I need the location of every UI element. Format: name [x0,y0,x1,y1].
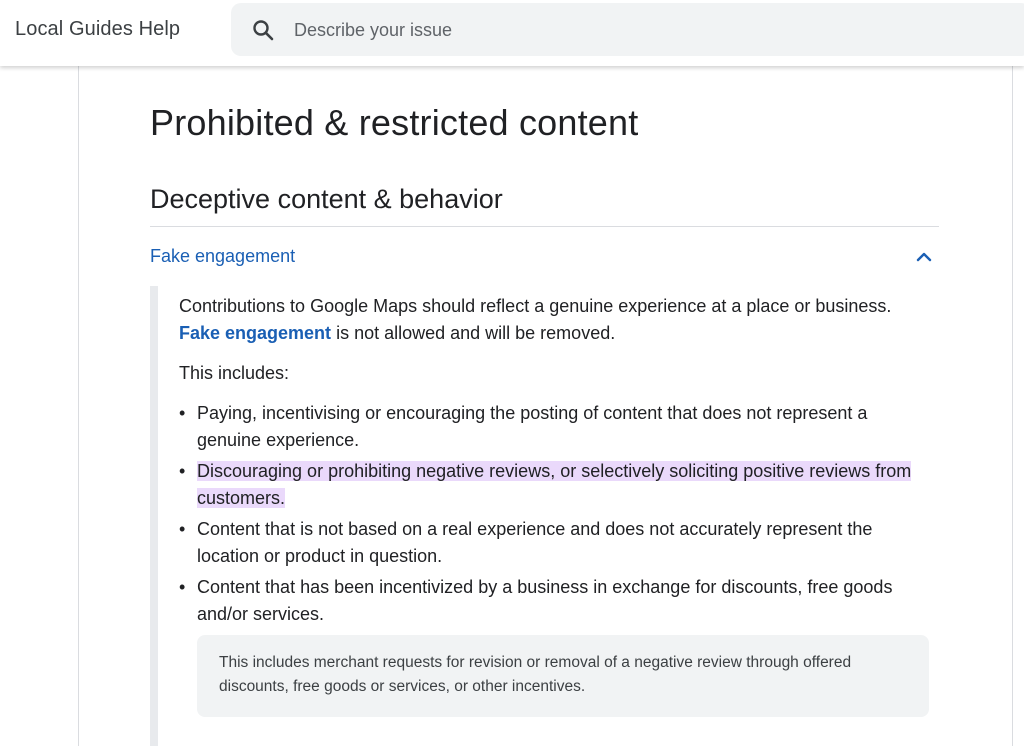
list-item: Discouraging or prohibiting negative rev… [179,458,929,512]
chevron-up-icon[interactable] [915,248,933,266]
list-item: Content that is not based on a real expe… [179,516,929,570]
accordion-fake-engagement-header[interactable]: Fake engagement [150,242,939,272]
app-title[interactable]: Local Guides Help [15,18,180,41]
intro-tail: is not allowed and will be removed. [331,323,616,343]
intro-paragraph: Contributions to Google Maps should refl… [179,293,939,347]
intro-text: Contributions to Google Maps should refl… [179,296,892,316]
accordion-body: Contributions to Google Maps should refl… [150,286,939,746]
search-icon[interactable] [251,18,275,42]
note-box: This includes merchant requests for revi… [197,635,929,717]
fake-engagement-link[interactable]: Fake engagement [179,323,331,343]
section-divider [150,226,939,227]
bullet-list: Paying, incentivising or encouraging the… [179,400,929,632]
list-item: Content that has been incentivized by a … [179,574,929,628]
search-input[interactable] [294,16,894,44]
highlighted-text: Discouraging or prohibiting negative rev… [197,461,912,508]
list-item: Paying, incentivising or encouraging the… [179,400,929,454]
section-title: Deceptive content & behavior [150,184,503,214]
accordion-label[interactable]: Fake engagement [150,246,295,267]
top-header: Local Guides Help [0,0,1024,66]
page-title: Prohibited & restricted content [150,102,639,143]
search-bar[interactable] [231,3,1024,56]
includes-label: This includes: [179,363,290,383]
